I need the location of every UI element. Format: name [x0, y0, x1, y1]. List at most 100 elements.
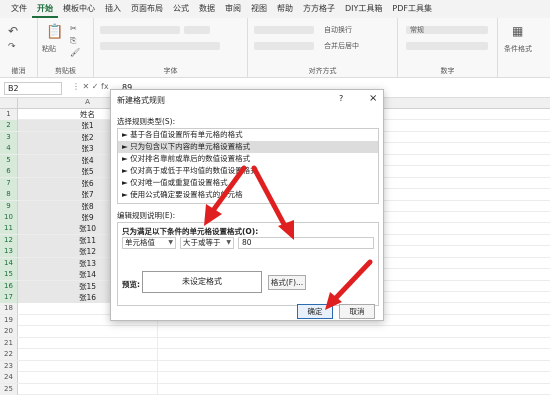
fx-icon[interactable]: fx	[101, 82, 109, 91]
row-number[interactable]: 9	[0, 200, 18, 212]
undo-icon[interactable]: ↶	[8, 24, 18, 38]
paste-button-label[interactable]: 粘贴	[42, 44, 56, 54]
alignment-top-buttons[interactable]	[254, 26, 314, 34]
row-number[interactable]: 3	[0, 131, 18, 143]
font-style-buttons[interactable]	[100, 42, 220, 50]
help-icon[interactable]: ?	[339, 94, 343, 103]
condition-label: 只为满足以下条件的单元格设置格式(O):	[122, 227, 259, 236]
table-row: 22	[0, 349, 550, 361]
table-row: 24	[0, 372, 550, 384]
cell[interactable]	[18, 372, 158, 384]
clipboard-group: 📋 粘贴 ✂ ⎘ 🖌 剪贴板	[38, 18, 94, 78]
list-item[interactable]: ► 仅对高于或低于平均值的数值设置格式	[118, 165, 378, 177]
font-name-box[interactable]	[100, 26, 180, 34]
paste-icon[interactable]: 📋	[46, 24, 63, 40]
tab-review[interactable]: 审阅	[220, 0, 246, 18]
tab-formulas[interactable]: 公式	[168, 0, 194, 18]
cell-value-select[interactable]: 单元格值 ▼	[122, 237, 176, 249]
number-format-buttons[interactable]	[406, 42, 488, 50]
row-number[interactable]: 16	[0, 280, 18, 292]
cell[interactable]	[18, 349, 158, 361]
redo-icon[interactable]: ↷	[8, 42, 16, 52]
row-number[interactable]: 2	[0, 120, 18, 132]
row-number[interactable]: 21	[0, 337, 18, 349]
tab-insert[interactable]: 插入	[100, 0, 126, 18]
table-row: 25	[0, 383, 550, 395]
row-number[interactable]: 12	[0, 234, 18, 246]
undo-group-label: 撤消	[11, 67, 26, 75]
tab-help[interactable]: 帮助	[272, 0, 298, 18]
alignment-bottom-buttons[interactable]	[254, 42, 314, 50]
tab-home[interactable]: 开始	[32, 0, 58, 18]
cell[interactable]	[18, 360, 158, 372]
tab-fangfang[interactable]: 方方格子	[298, 0, 340, 18]
list-item[interactable]: ► 仅对排名靠前或靠后的数值设置格式	[118, 153, 378, 165]
list-item[interactable]: ► 仅对唯一值或重复值设置格式	[118, 177, 378, 189]
row-number[interactable]: 6	[0, 166, 18, 178]
new-format-rule-dialog: 新建格式规则 ? × 选择规则类型(S): ► 基于各自值设置所有单元格的格式 …	[110, 89, 384, 321]
conditional-format-button[interactable]: 条件格式	[504, 44, 532, 54]
edit-rule-desc-label: 编辑规则说明(E):	[117, 211, 176, 220]
chevron-down-icon: ▼	[168, 239, 173, 246]
row-number[interactable]: 25	[0, 383, 18, 395]
cell[interactable]	[18, 326, 158, 338]
tab-pdf-tools[interactable]: PDF工具集	[387, 0, 437, 18]
row-number[interactable]: 5	[0, 154, 18, 166]
row-number[interactable]: 18	[0, 303, 18, 315]
cancel-button[interactable]: 取消	[339, 304, 375, 319]
cell[interactable]	[18, 383, 158, 395]
ok-button[interactable]: 确定	[297, 304, 333, 319]
font-group-label: 字体	[163, 67, 178, 75]
row-number[interactable]: 23	[0, 360, 18, 372]
format-painter-icon[interactable]: 🖌	[70, 48, 80, 57]
tab-file[interactable]: 文件	[6, 0, 32, 18]
dialog-title: 新建格式规则	[117, 96, 165, 105]
table-row: 21	[0, 337, 550, 350]
value-input[interactable]: 80	[238, 237, 374, 249]
list-item[interactable]: ► 基于各自值设置所有单元格的格式	[118, 129, 378, 141]
conditional-format-icon[interactable]: ▦	[512, 24, 523, 38]
table-row: 20	[0, 326, 550, 338]
name-box[interactable]: B2	[4, 82, 62, 95]
select-all-corner[interactable]	[0, 98, 18, 109]
list-item[interactable]: ► 使用公式确定要设置格式的单元格	[118, 189, 378, 201]
tab-view[interactable]: 视图	[246, 0, 272, 18]
ribbon: ↶ ↷ 撤消 📋 粘贴 ✂ ⎘ 🖌 剪贴板 字体 自动换行 合并后居中 对齐方式…	[0, 18, 550, 78]
row-number[interactable]: 19	[0, 314, 18, 326]
select-rule-type-label: 选择规则类型(S):	[117, 117, 176, 126]
wrap-text-button[interactable]: 自动换行	[324, 25, 352, 35]
font-size-box[interactable]	[184, 26, 210, 34]
number-format-value: 常规	[410, 26, 424, 34]
row-number[interactable]: 7	[0, 177, 18, 189]
clipboard-group-label: 剪贴板	[55, 67, 76, 75]
row-number[interactable]: 11	[0, 223, 18, 235]
cell[interactable]	[18, 337, 158, 349]
merge-center-button[interactable]: 合并后居中	[324, 41, 359, 51]
close-icon[interactable]: ×	[369, 93, 377, 104]
tab-template-center[interactable]: 模板中心	[58, 0, 100, 18]
format-button[interactable]: 格式(F)...	[268, 275, 306, 290]
row-number[interactable]: 24	[0, 372, 18, 384]
undo-group: ↶ ↷ 撤消	[0, 18, 38, 78]
row-number[interactable]: 20	[0, 326, 18, 338]
row-number[interactable]: 14	[0, 257, 18, 269]
styles-group: ▦ 条件格式	[498, 18, 550, 78]
cell-value-option: 单元格值	[125, 238, 155, 247]
operator-select[interactable]: 大于或等于 ▼	[180, 237, 234, 249]
row-number[interactable]: 10	[0, 211, 18, 223]
list-item[interactable]: ► 只为包含以下内容的单元格设置格式	[118, 141, 378, 153]
row-number[interactable]: 15	[0, 269, 18, 281]
row-number[interactable]: 8	[0, 189, 18, 201]
row-number[interactable]: 4	[0, 143, 18, 155]
copy-icon[interactable]: ⎘	[70, 36, 76, 46]
formula-icons: ⋮ ✕ ✓ fx	[72, 82, 109, 91]
row-number[interactable]: 1	[0, 109, 18, 120]
tab-diy-toolbox[interactable]: DIY工具箱	[340, 0, 387, 18]
row-number[interactable]: 13	[0, 246, 18, 258]
cut-icon[interactable]: ✂	[70, 24, 77, 33]
tab-page-layout[interactable]: 页面布局	[126, 0, 168, 18]
row-number[interactable]: 22	[0, 349, 18, 361]
row-number[interactable]: 17	[0, 292, 18, 303]
tab-data[interactable]: 数据	[194, 0, 220, 18]
font-group: 字体	[94, 18, 248, 78]
